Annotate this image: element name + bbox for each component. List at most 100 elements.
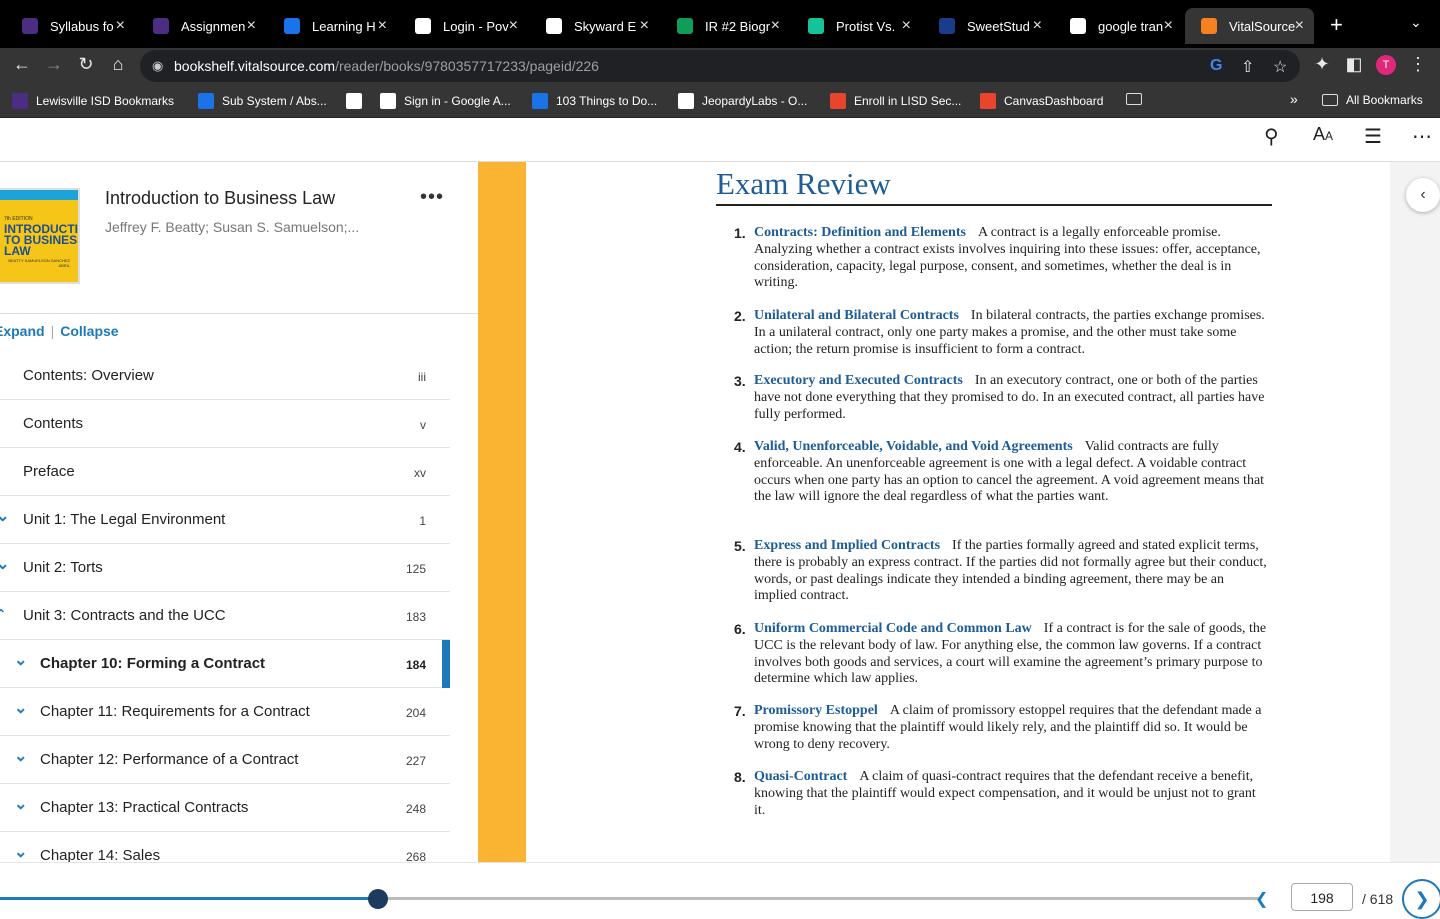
browser-tab[interactable]: SweetStud × xyxy=(923,8,1052,44)
close-tab-icon[interactable]: × xyxy=(1295,17,1304,35)
browser-tab[interactable]: VitalSource × xyxy=(1185,8,1314,44)
bookmark-label: Lewisville ISD Bookmarks xyxy=(36,94,175,108)
next-page-button[interactable]: ❯ xyxy=(1402,879,1440,919)
google-lens-icon[interactable]: G xyxy=(1210,57,1222,75)
chevron-down-icon[interactable]: ⌄ xyxy=(14,650,27,670)
tab-strip: Syllabus fo × Assignmen × Learning H × Login -… xyxy=(0,0,1440,48)
text-size-icon[interactable]: AA xyxy=(1313,124,1333,145)
lock-icon[interactable]: ◉ xyxy=(152,58,163,74)
toc-row[interactable]: ⌄ Chapter 13: Practical Contracts 248 xyxy=(0,784,450,832)
page-accent-strip xyxy=(478,162,526,862)
bookmark-item[interactable]: Sign in - Google A... xyxy=(380,93,511,109)
chevron-down-icon[interactable]: ⌄ xyxy=(14,746,27,766)
toc-row[interactable]: ⌄ Chapter 12: Performance of a Contract 22… xyxy=(0,736,450,784)
close-tab-icon[interactable]: × xyxy=(116,17,125,35)
page-number-input[interactable]: 198 xyxy=(1291,883,1353,911)
toc-row[interactable]: Contents: Overview iii xyxy=(0,352,450,400)
bookmark-item[interactable]: 103 Things to Do... xyxy=(532,93,657,109)
bookmark-icon xyxy=(980,93,996,109)
toc-row[interactable]: ⌄ Chapter 10: Forming a Contract 184 xyxy=(0,640,450,688)
book-authors: Jeffrey F. Beatty; Susan S. Samuelson;..… xyxy=(105,219,360,235)
bookmark-item[interactable]: Lewisville ISD Bookmarks xyxy=(12,93,174,109)
browser-tab[interactable]: IR #2 Biogr × xyxy=(661,8,790,44)
side-panel-icon[interactable]: ◧ xyxy=(1342,54,1366,75)
home-icon[interactable]: ⌂ xyxy=(106,54,130,75)
bookmark-item[interactable]: Sub System / Abs... xyxy=(198,93,327,109)
toc-row[interactable]: ⌄ Chapter 11: Requirements for a Contract… xyxy=(0,688,450,736)
back-icon[interactable]: ← xyxy=(10,54,34,75)
share-icon[interactable]: ⇧ xyxy=(1241,57,1254,77)
book-options-icon[interactable]: ••• xyxy=(420,186,444,209)
chevron-up-icon[interactable]: ⌃ xyxy=(0,607,6,621)
close-tab-icon[interactable]: × xyxy=(1164,17,1173,35)
expand-link[interactable]: Expand xyxy=(0,323,45,339)
toc-row[interactable]: ⌄ Unit 2: Torts 125 xyxy=(0,544,450,592)
tab-title: Learning H xyxy=(312,18,376,34)
toc-row[interactable]: ⌃ Unit 3: Contracts and the UCC 183 xyxy=(0,592,450,640)
skyward-icon xyxy=(415,18,431,34)
address-bar[interactable]: ◉ bookshelf.vitalsource.com/reader/books… xyxy=(140,50,1300,82)
close-tab-icon[interactable]: × xyxy=(378,17,387,35)
url-text[interactable]: bookshelf.vitalsource.com/reader/books/9… xyxy=(174,58,599,74)
bookmark-item[interactable] xyxy=(346,93,370,109)
toc-row[interactable]: ⌄ Unit 1: The Legal Environment 1 xyxy=(0,496,450,544)
bookmark-item[interactable]: Enroll in LISD Sec... xyxy=(830,93,961,109)
all-bookmarks[interactable]: All Bookmarks xyxy=(1322,93,1423,107)
browser-tab[interactable]: Assignmen × xyxy=(137,8,266,44)
chevron-down-icon[interactable]: ⌄ xyxy=(14,794,27,814)
new-tab-icon[interactable]: + xyxy=(1330,12,1343,38)
close-tab-icon[interactable]: × xyxy=(247,17,256,35)
close-tab-icon[interactable]: × xyxy=(1033,17,1042,35)
bookmark-label: 103 Things to Do... xyxy=(556,94,658,108)
close-tab-icon[interactable]: × xyxy=(509,17,518,35)
close-tab-icon[interactable]: × xyxy=(640,17,649,35)
notes-icon[interactable]: ☰ xyxy=(1364,124,1382,149)
browser-tab[interactable]: google tran × xyxy=(1054,8,1183,44)
search-icon[interactable]: ⚲ xyxy=(1264,124,1279,149)
exam-review-item: 4. Valid, Unenforceable, Voidable, and Vo… xyxy=(734,439,1270,506)
browser-tab[interactable]: Skyward E × xyxy=(530,8,659,44)
page-heading: Exam Review xyxy=(716,166,891,201)
bookmark-item[interactable]: CanvasDashboard xyxy=(980,93,1103,109)
item-heading: Executory and Executed Contracts xyxy=(754,373,963,388)
book-page: Exam Review 1. Contracts: Definition and … xyxy=(526,162,1390,862)
toc-row[interactable]: Contents v xyxy=(0,400,450,448)
chevron-down-icon[interactable]: ⌄ xyxy=(0,554,9,574)
extensions-icon[interactable]: ✦ xyxy=(1310,54,1334,75)
chevron-down-icon[interactable]: ⌄ xyxy=(14,842,27,862)
reader-header: ⚲ AA ☰ ⋯ xyxy=(0,118,1440,162)
browser-tab[interactable]: Syllabus fo × xyxy=(6,8,135,44)
bookmark-star-icon[interactable]: ☆ xyxy=(1273,57,1287,77)
forward-icon[interactable]: → xyxy=(42,54,66,75)
profile-avatar[interactable]: T xyxy=(1376,55,1396,75)
browser-menu-icon[interactable]: ⋮ xyxy=(1406,54,1430,75)
bookmark-folder-icon[interactable] xyxy=(1126,93,1150,105)
toc-label: Preface xyxy=(23,463,75,480)
close-tab-icon[interactable]: × xyxy=(771,17,780,35)
toc-row[interactable]: Preface xv xyxy=(0,448,450,496)
more-options-icon[interactable]: ⋯ xyxy=(1412,124,1432,149)
collapse-panel-button[interactable]: ‹ xyxy=(1406,178,1440,212)
cloud-icon xyxy=(284,18,300,34)
collapse-link[interactable]: Collapse xyxy=(60,323,118,339)
reload-icon[interactable]: ↻ xyxy=(74,54,98,75)
browser-tab[interactable]: Login - Pov × xyxy=(399,8,528,44)
close-tab-icon[interactable]: × xyxy=(902,17,911,35)
item-heading: Unilateral and Bilateral Contracts xyxy=(754,308,959,323)
tab-search-icon[interactable]: ⌄ xyxy=(1410,14,1422,31)
toc-row[interactable]: ⌄ Chapter 14: Sales 268 xyxy=(0,832,450,862)
tab-title: IR #2 Biogr xyxy=(705,18,771,34)
tab-title: Login - Pov xyxy=(443,18,509,34)
tab-title: Protist Vs. xyxy=(836,18,896,34)
moodle-icon xyxy=(22,18,38,34)
bookmark-item[interactable]: JeopardyLabs - O... xyxy=(678,93,807,109)
prev-page-icon[interactable]: ❮ xyxy=(1255,889,1268,909)
progress-handle[interactable] xyxy=(368,889,388,909)
browser-tab[interactable]: Protist Vs. × xyxy=(792,8,921,44)
item-number: 2. xyxy=(734,308,746,324)
folder-icon xyxy=(1322,94,1338,106)
bookmarks-overflow-icon[interactable]: » xyxy=(1290,91,1298,107)
browser-tab[interactable]: Learning H × xyxy=(268,8,397,44)
chevron-down-icon[interactable]: ⌄ xyxy=(0,506,9,526)
chevron-down-icon[interactable]: ⌄ xyxy=(14,698,27,718)
